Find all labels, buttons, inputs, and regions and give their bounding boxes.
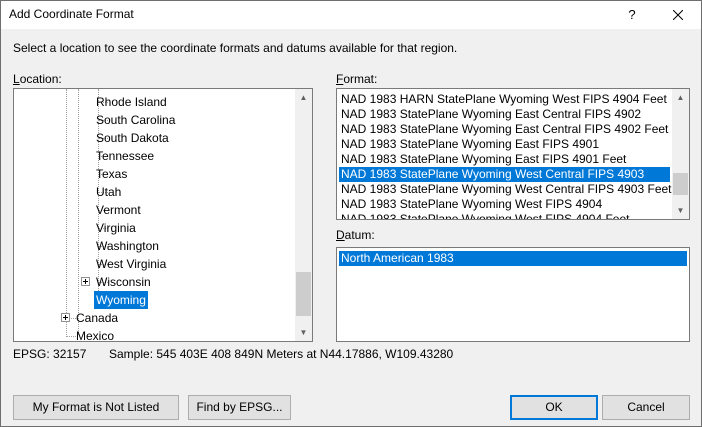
tree-item-label: Wyoming: [94, 291, 148, 309]
tree-item[interactable]: Tennessee: [94, 147, 156, 165]
tree-item-label: Canada: [76, 311, 119, 325]
expand-plus-icon[interactable]: [81, 277, 90, 286]
tree-item[interactable]: Washington: [94, 237, 161, 255]
scroll-up-arrow-icon[interactable]: ▲: [295, 89, 312, 106]
tree-item-label: Virginia: [96, 221, 136, 235]
tree-item[interactable]: Utah: [94, 183, 123, 201]
scroll-down-arrow-icon[interactable]: ▼: [672, 202, 689, 219]
tree-item[interactable]: Mexico: [74, 327, 116, 342]
tree-item-label: Utah: [96, 185, 122, 199]
tree-item[interactable]: West Virginia: [94, 255, 168, 273]
tree-item-label: South Dakota: [96, 131, 169, 145]
tree-item[interactable]: Texas: [94, 165, 129, 183]
format-label: Format:: [336, 72, 378, 86]
list-item[interactable]: NAD 1983 StatePlane Wyoming West FIPS 49…: [339, 212, 670, 219]
location-tree[interactable]: Rhode Island South Carolina South Dakota Te…: [13, 88, 313, 342]
tree-item[interactable]: Rhode Island: [94, 93, 169, 111]
tree-item[interactable]: Canada: [74, 309, 120, 327]
tree-item-label: Washington: [96, 239, 159, 253]
find-by-epsg-button[interactable]: Find by EPSG...: [188, 395, 291, 420]
format-list[interactable]: NAD 1983 HARN StatePlane Wyoming West FI…: [336, 88, 690, 220]
list-item[interactable]: NAD 1983 StatePlane Wyoming East Central…: [339, 122, 670, 137]
sample-coordinates: Sample: 545 403E 408 849N Meters at N44.…: [109, 347, 454, 361]
tree-guide-line: [78, 89, 79, 335]
title-bar: Add Coordinate Format ?: [1, 1, 701, 29]
location-scrollbar[interactable]: ▲ ▼: [295, 89, 312, 341]
datum-label: Datum:: [336, 228, 375, 242]
tree-item[interactable]: Wisconsin: [94, 273, 153, 291]
tree-item-label: Tennessee: [96, 149, 155, 163]
tree-item-label: West Virginia: [96, 257, 167, 271]
tree-item[interactable]: Wyoming: [94, 291, 148, 309]
tree-item[interactable]: South Carolina: [94, 111, 177, 129]
datum-list[interactable]: North American 1983: [336, 247, 690, 342]
format-scroll-thumb[interactable]: [673, 173, 688, 195]
tree-item-label: Texas: [96, 167, 128, 181]
list-item[interactable]: NAD 1983 StatePlane Wyoming West FIPS 49…: [339, 197, 670, 212]
ok-button[interactable]: OK: [510, 395, 598, 420]
scroll-down-arrow-icon[interactable]: ▼: [295, 324, 312, 341]
list-item[interactable]: NAD 1983 StatePlane Wyoming East Central…: [339, 107, 670, 122]
help-button[interactable]: ?: [609, 3, 655, 27]
cancel-button[interactable]: Cancel: [602, 395, 690, 420]
list-item[interactable]: NAD 1983 StatePlane Wyoming East FIPS 49…: [339, 137, 670, 152]
format-scrollbar[interactable]: ▲ ▼: [672, 89, 689, 219]
window-title: Add Coordinate Format: [9, 7, 134, 21]
expand-plus-icon[interactable]: [61, 313, 70, 322]
tree-item-label: Rhode Island: [96, 95, 167, 109]
list-item[interactable]: North American 1983: [339, 251, 687, 266]
close-icon: [673, 10, 683, 20]
location-label: Location:: [13, 72, 62, 86]
instruction-text: Select a location to see the coordinate …: [13, 41, 458, 55]
tree-item[interactable]: Vermont: [94, 201, 143, 219]
tree-item-label: Vermont: [96, 203, 141, 217]
list-item[interactable]: NAD 1983 StatePlane Wyoming West Central…: [339, 167, 670, 182]
epsg-code: EPSG: 32157: [13, 347, 87, 361]
close-button[interactable]: [655, 3, 701, 27]
location-scroll-thumb[interactable]: [296, 272, 311, 316]
tree-item-label: Wisconsin: [96, 275, 151, 289]
list-item[interactable]: NAD 1983 HARN StatePlane Wyoming West FI…: [339, 92, 670, 107]
tree-item[interactable]: Virginia: [94, 219, 138, 237]
add-coordinate-format-dialog: Add Coordinate Format ? Select a locatio…: [0, 0, 702, 427]
scroll-up-arrow-icon[interactable]: ▲: [672, 89, 689, 106]
tree-item[interactable]: South Dakota: [94, 129, 171, 147]
list-item[interactable]: NAD 1983 StatePlane Wyoming East FIPS 49…: [339, 152, 670, 167]
my-format-not-listed-button[interactable]: My Format is Not Listed: [13, 395, 179, 420]
list-item[interactable]: NAD 1983 StatePlane Wyoming West Central…: [339, 182, 672, 197]
tree-item-label: South Carolina: [96, 113, 176, 127]
tree-item-label: Mexico: [76, 329, 115, 342]
tree-guide-line: [66, 89, 67, 335]
